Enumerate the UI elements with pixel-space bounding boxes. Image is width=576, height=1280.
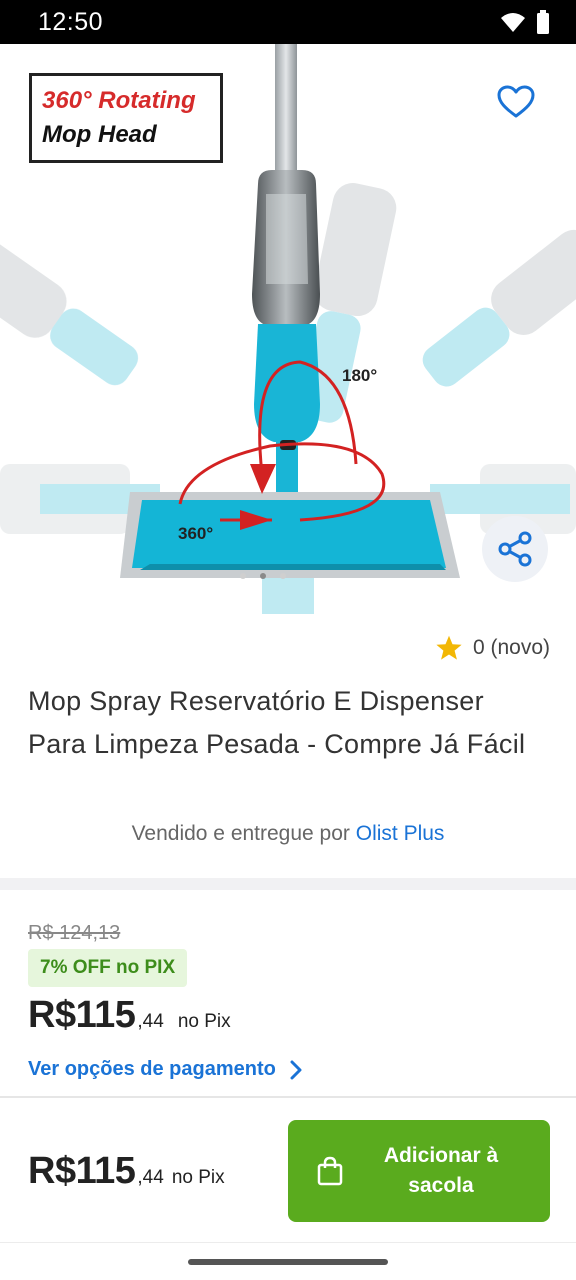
heart-icon <box>497 85 535 118</box>
seller-link[interactable]: Olist Plus <box>356 822 445 845</box>
badge-line-2: Mop Head <box>42 121 157 148</box>
discount-badge: 7% OFF no PIX <box>28 949 188 987</box>
carousel-indicator <box>240 573 286 579</box>
bottom-purchase-bar: R$115 ,44 no Pix Adicionar à sacola <box>0 1096 576 1242</box>
seller-prefix: Vendido e entregue por <box>131 822 356 845</box>
price-main: R$115 <box>28 994 136 1036</box>
chevron-right-icon <box>290 1060 302 1079</box>
price-cents: ,44 <box>137 1011 164 1032</box>
add-to-bag-label: Adicionar à sacola <box>383 1144 499 1197</box>
status-bar: 12:50 <box>0 0 576 44</box>
add-to-bag-button[interactable]: Adicionar à sacola <box>288 1120 550 1222</box>
bottom-price-main: R$115 <box>28 1150 136 1192</box>
share-button[interactable] <box>482 516 548 582</box>
carousel-dot-active[interactable] <box>260 573 266 579</box>
section-divider <box>0 878 576 890</box>
rotation-label-360: 360° <box>178 524 214 543</box>
badge-line-1: 360° Rotating <box>42 87 196 114</box>
battery-icon <box>537 10 549 34</box>
bottom-price-cents: ,44 <box>137 1167 164 1188</box>
bottom-price: R$115 ,44 no Pix <box>28 1150 225 1193</box>
status-icons <box>500 10 550 34</box>
shopping-bag-icon <box>317 1156 343 1186</box>
price-suffix: no Pix <box>177 1011 231 1032</box>
product-rating[interactable]: 0 (novo) <box>435 634 550 662</box>
carousel-dot[interactable] <box>240 573 246 579</box>
carousel-dot[interactable] <box>280 573 286 579</box>
bottom-price-suffix: no Pix <box>171 1167 225 1188</box>
payment-options-link[interactable]: Ver opções de pagamento <box>28 1058 302 1081</box>
old-price: R$ 124,13 <box>28 922 121 944</box>
feature-badge: 360° Rotating Mop Head <box>29 73 223 163</box>
rating-text: 0 (novo) <box>472 636 550 659</box>
product-title: Mop Spray Reservatório E Dispenser Para … <box>28 686 526 759</box>
current-price: R$115 ,44 no Pix <box>28 994 231 1037</box>
favorite-button[interactable] <box>490 76 542 128</box>
product-image-carousel[interactable]: 360° Rotating Mop Head 180° 360° <box>0 44 576 614</box>
status-time: 12:50 <box>38 8 104 36</box>
star-icon <box>436 635 462 660</box>
seller-info: Vendido e entregue por Olist Plus <box>0 822 576 846</box>
wifi-icon <box>501 13 525 32</box>
home-indicator[interactable] <box>188 1259 388 1265</box>
payment-options-label: Ver opções de pagamento <box>28 1058 276 1080</box>
system-nav-bar <box>0 1242 576 1280</box>
share-icon <box>498 531 532 567</box>
rotation-label-180: 180° <box>342 366 378 385</box>
